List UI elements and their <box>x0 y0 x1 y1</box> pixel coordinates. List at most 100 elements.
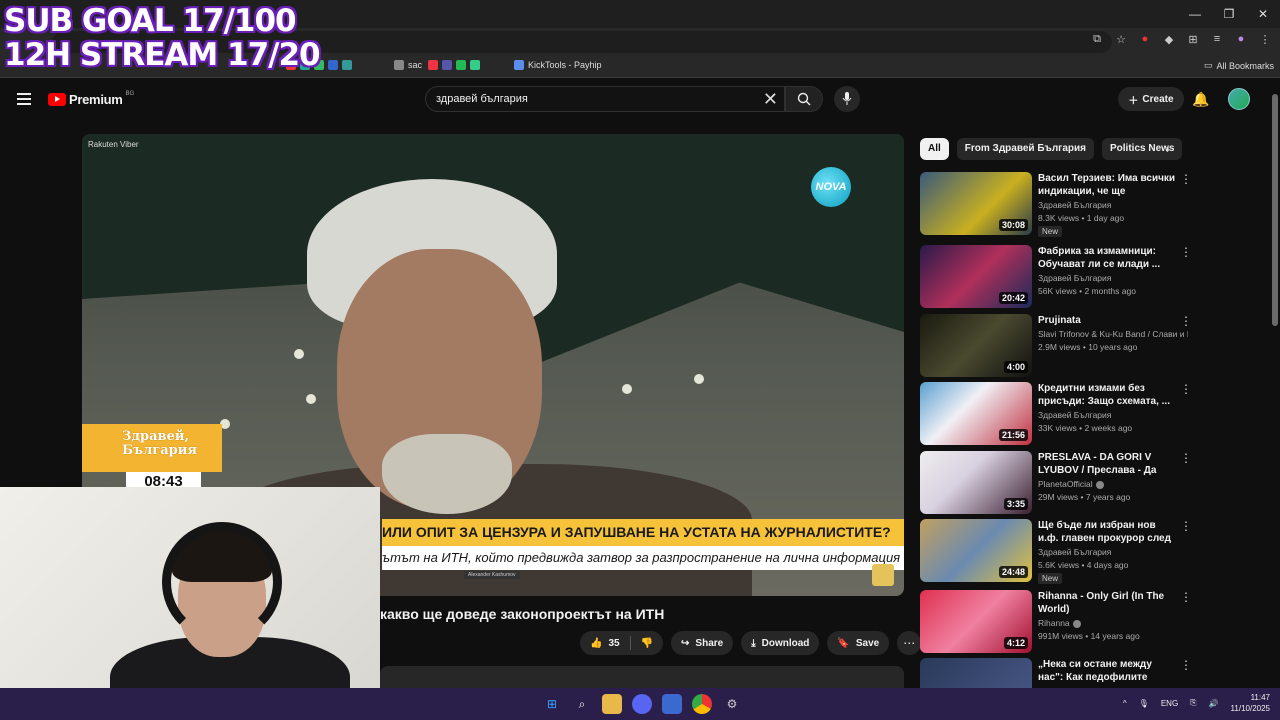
bookmark-favicon[interactable] <box>342 60 352 70</box>
rec-title[interactable]: „Нека си остане между нас": Как педофили… <box>1038 658 1178 685</box>
network-icon[interactable]: ⎘ <box>1190 698 1196 708</box>
rec-title[interactable]: PRESLAVA - DA GORI V LYUBOV / Преслава -… <box>1038 451 1178 478</box>
rec-channel[interactable]: Slavi Trifonov & Ku-Ku Band / Слави и К.… <box>1038 329 1188 339</box>
media-icon[interactable]: ≡ <box>1210 32 1224 46</box>
rec-channel[interactable]: Здравей България <box>1038 410 1188 420</box>
recommendation-item[interactable]: „Нека си остане между нас": Как педофили… <box>920 658 1190 688</box>
tray-chevron-icon[interactable]: ^ <box>1123 699 1127 708</box>
recommendation-item[interactable]: 4:00 Prujinata Slavi Trifonov & Ku-Ku Ba… <box>920 314 1192 378</box>
bookmark-item[interactable]: sac <box>394 60 422 70</box>
clear-search-icon[interactable]: ✕ <box>763 89 778 109</box>
bookmark-star-icon[interactable]: ☆ <box>1114 32 1128 46</box>
chip-from-channel[interactable]: From Здравей България <box>956 138 1094 160</box>
more-actions-icon[interactable]: ⋯ <box>897 631 922 655</box>
language-indicator[interactable]: ENG <box>1161 699 1178 708</box>
store-icon[interactable] <box>662 694 682 714</box>
thumbs-down-icon[interactable]: 👎 <box>641 638 653 649</box>
kebab-menu-icon[interactable]: ⋮ <box>1180 172 1192 186</box>
thumbnail[interactable] <box>920 658 1032 688</box>
thumbs-up-icon[interactable]: 👍 <box>590 638 602 649</box>
search-button[interactable] <box>785 86 823 112</box>
duration-badge: 4:00 <box>1003 361 1028 373</box>
rec-title[interactable]: Фабрика за измамници: Обучават ли се мла… <box>1038 245 1178 271</box>
kebab-menu-icon[interactable]: ⋮ <box>1180 590 1192 604</box>
bookmark-favicon[interactable] <box>456 60 466 70</box>
recommendation-item[interactable]: 20:42 Фабрика за измамници: Обучават ли … <box>920 245 1192 309</box>
minimize-icon[interactable]: — <box>1178 0 1212 28</box>
restore-icon[interactable]: ❐ <box>1212 0 1246 28</box>
puzzle-icon[interactable]: ⊞ <box>1186 32 1200 46</box>
account-avatar[interactable] <box>1228 88 1250 110</box>
bookmark-favicon[interactable] <box>328 60 338 70</box>
chevron-right-icon[interactable]: › <box>1166 142 1170 156</box>
share-button[interactable]: ↪ Share <box>671 631 734 655</box>
rec-title[interactable]: Васил Терзиев: Има всички индикации, че … <box>1038 172 1178 199</box>
cast-icon[interactable]: ⧉ <box>1090 32 1104 46</box>
scrollbar-thumb[interactable] <box>1272 94 1278 326</box>
bookmark-favicon[interactable] <box>470 60 480 70</box>
profile-icon[interactable]: ● <box>1234 32 1248 46</box>
kebab-menu-icon[interactable]: ⋮ <box>1180 658 1190 672</box>
kebab-menu-icon[interactable]: ⋮ <box>1180 451 1192 465</box>
thumbnail[interactable]: 4:00 <box>920 314 1032 377</box>
kebab-menu-icon[interactable]: ⋮ <box>1180 382 1192 396</box>
thumbnail[interactable]: 20:42 <box>920 245 1032 308</box>
kebab-menu-icon[interactable]: ⋮ <box>1180 519 1192 533</box>
settings-gear-icon[interactable]: ⚙ <box>722 694 742 714</box>
bookmark-favicon[interactable] <box>442 60 452 70</box>
save-button[interactable]: 🔖 Save <box>827 631 890 655</box>
rec-title[interactable]: Rihanna - Only Girl (In The World) <box>1038 590 1178 616</box>
menu-icon[interactable] <box>17 93 31 105</box>
new-badge: New <box>1038 573 1063 584</box>
rec-title[interactable]: Ще бъде ли избран нов и.ф. главен прокур… <box>1038 519 1178 546</box>
notifications-bell-icon[interactable]: 🔔 <box>1192 91 1209 108</box>
bookmark-favicon[interactable] <box>428 60 438 70</box>
download-button[interactable]: ⤓ Download <box>741 631 820 655</box>
discord-icon[interactable] <box>632 694 652 714</box>
close-icon[interactable]: ✕ <box>1246 0 1280 28</box>
search-input[interactable]: здравей българия ✕ <box>425 86 785 112</box>
microphone-icon[interactable]: 🎙 <box>1139 699 1149 708</box>
create-button[interactable]: ＋ Create <box>1118 87 1184 111</box>
kebab-menu-icon[interactable]: ⋮ <box>1258 32 1272 46</box>
recommendation-item[interactable]: 30:08 Васил Терзиев: Има всички индикаци… <box>920 172 1192 237</box>
recommendation-item[interactable]: 4:12 Rihanna - Only Girl (In The World) … <box>920 590 1192 654</box>
thumbnail[interactable]: 4:12 <box>920 590 1032 653</box>
rec-channel[interactable]: Здравей България <box>1038 273 1188 283</box>
rec-channel[interactable]: Здравей България <box>1038 200 1188 210</box>
chip-politics-news[interactable]: Politics News <box>1102 138 1182 160</box>
extension-icon[interactable]: ● <box>1138 32 1152 46</box>
like-dislike-button[interactable]: 👍 35 👎 <box>580 631 664 655</box>
windows-start-icon[interactable]: ⊞ <box>542 694 562 714</box>
bookmark-item[interactable]: KickTools - Payhip <box>514 60 602 70</box>
recommendation-item[interactable]: 3:35 PRESLAVA - DA GORI V LYUBOV / Пресл… <box>920 451 1192 515</box>
duration-badge: 4:12 <box>1003 637 1028 649</box>
chip-all[interactable]: All <box>920 138 949 160</box>
recommendation-item[interactable]: 24:48 Ще бъде ли избран нов и.ф. главен … <box>920 519 1192 584</box>
all-bookmarks[interactable]: ▭ All Bookmarks <box>1204 60 1274 71</box>
rec-channel[interactable]: Rihanna <box>1038 618 1188 628</box>
voice-search-button[interactable] <box>834 86 860 112</box>
thumbnail[interactable]: 24:48 <box>920 519 1032 582</box>
kebab-menu-icon[interactable]: ⋮ <box>1180 314 1192 328</box>
video-title: какво ще доведе законопроектът на ИТН <box>380 606 665 622</box>
system-tray: ^ 🎙 ENG ⎘ 🔊 11:47 11/10/2025 <box>1123 692 1270 714</box>
youtube-logo[interactable]: Premium BG <box>48 91 134 107</box>
rec-channel[interactable]: Здравей България <box>1038 547 1188 557</box>
recommendation-item[interactable]: 21:56 Кредитни измами без присъди: Защо … <box>920 382 1192 446</box>
thumbnail[interactable]: 21:56 <box>920 382 1032 445</box>
rec-meta: 33K views • 2 weeks ago <box>1038 423 1133 433</box>
kebab-menu-icon[interactable]: ⋮ <box>1180 245 1192 259</box>
rec-title[interactable]: Prujinata <box>1038 314 1178 327</box>
extension-icon[interactable]: ◆ <box>1162 32 1176 46</box>
page-scrollbar[interactable] <box>1270 80 1280 688</box>
search-icon[interactable]: ⌕ <box>572 694 592 714</box>
rec-title[interactable]: Кредитни измами без присъди: Защо схемат… <box>1038 382 1178 408</box>
file-explorer-icon[interactable] <box>602 694 622 714</box>
thumbnail[interactable]: 30:08 <box>920 172 1032 235</box>
volume-icon[interactable]: 🔊 <box>1209 699 1219 708</box>
chrome-icon[interactable] <box>692 694 712 714</box>
rec-channel[interactable]: PlanetaOfficial <box>1038 479 1188 489</box>
thumbnail[interactable]: 3:35 <box>920 451 1032 514</box>
system-clock[interactable]: 11:47 11/10/2025 <box>1231 692 1270 714</box>
